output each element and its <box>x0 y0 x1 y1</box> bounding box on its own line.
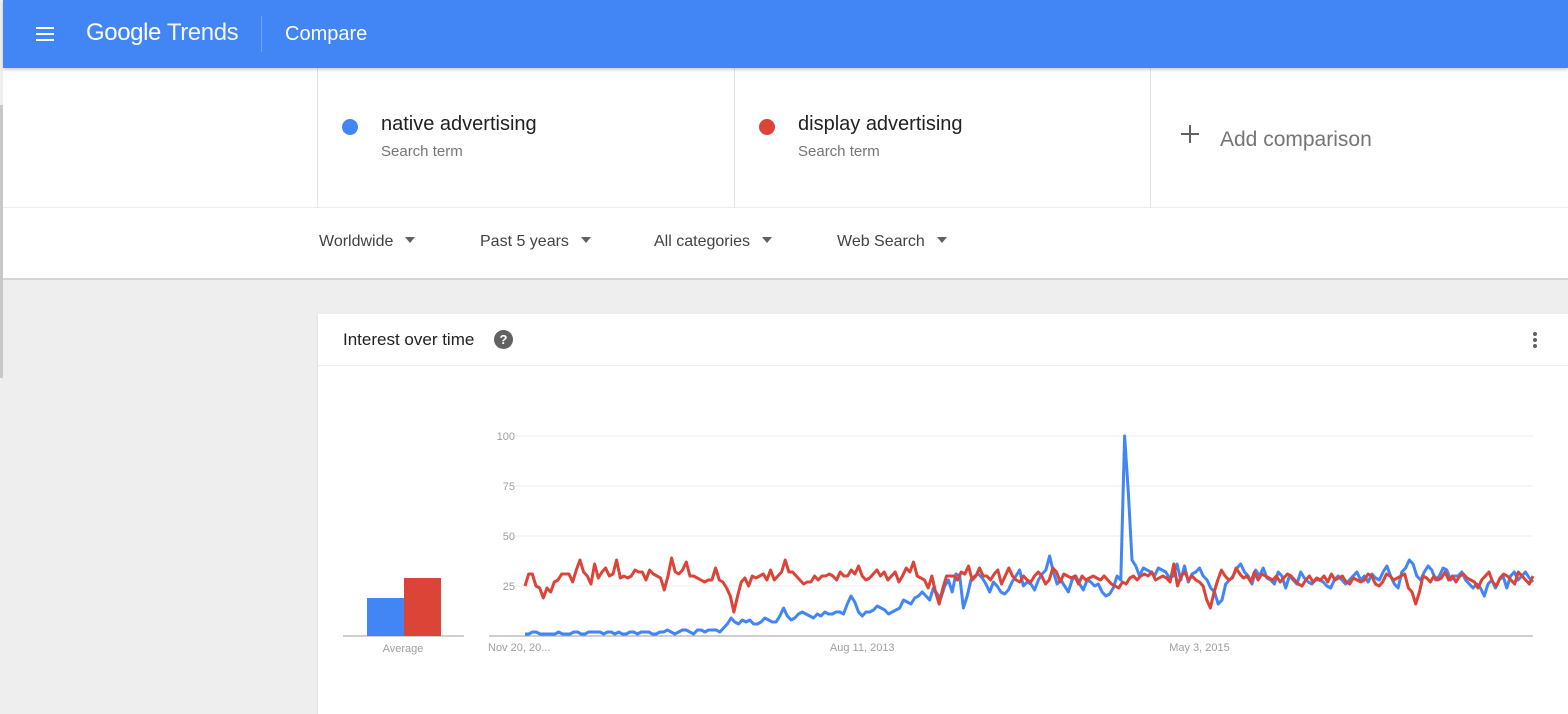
average-label: Average <box>383 643 424 655</box>
y-tick-label: 50 <box>503 531 515 543</box>
filter-label: All categories <box>654 233 751 250</box>
series-color-dot-red-icon <box>759 119 775 135</box>
appbar-divider <box>261 16 262 52</box>
app-bar: Google Trends Compare <box>3 0 1568 68</box>
average-bar-native-advertising <box>367 598 404 636</box>
y-tick-label: 75 <box>503 481 515 493</box>
interest-over-time-card: Interest over time ? 25 50 75 100 Average N… <box>318 314 1568 714</box>
filter-category-dropdown[interactable]: All categories <box>654 233 773 251</box>
x-tick-label: May 3, 2015 <box>1169 642 1230 654</box>
logo-trends-text: Trends <box>166 19 239 46</box>
y-tick-label: 25 <box>503 581 515 593</box>
search-term-type: Search term <box>798 143 880 160</box>
series-line-native-advertising <box>525 434 1535 636</box>
logo-google-text: Google <box>86 19 161 46</box>
filter-label: Worldwide <box>319 233 394 250</box>
search-term-name: native advertising <box>381 113 537 135</box>
filter-location-dropdown[interactable]: Worldwide <box>319 233 416 251</box>
caret-down-icon <box>405 236 416 243</box>
filter-time-range-dropdown[interactable]: Past 5 years <box>480 233 591 251</box>
search-term-2[interactable]: display advertising Search term <box>734 68 1150 208</box>
filter-label: Web Search <box>837 233 925 250</box>
search-term-name: display advertising <box>798 113 963 135</box>
x-tick-label: Nov 20, 20... <box>488 642 550 654</box>
hamburger-menu-icon[interactable] <box>33 22 57 46</box>
search-term-type: Search term <box>381 143 463 160</box>
add-comparison-button[interactable]: Add comparison <box>1150 68 1568 208</box>
series-line-display-advertising <box>523 556 1535 614</box>
y-tick-label: 100 <box>497 431 515 443</box>
comparison-terms-row: native advertising Search term display a… <box>3 68 1568 208</box>
average-bar-display-advertising <box>404 578 441 636</box>
search-term-1[interactable]: native advertising Search term <box>317 68 734 208</box>
filter-label: Past 5 years <box>480 233 569 250</box>
filter-search-type-dropdown[interactable]: Web Search <box>837 233 947 251</box>
add-comparison-label: Add comparison <box>1220 128 1372 151</box>
series-color-dot-blue-icon <box>342 119 358 135</box>
plus-icon <box>1181 125 1199 143</box>
google-trends-logo[interactable]: Google Trends <box>86 17 239 49</box>
x-tick-label: Aug 11, 2013 <box>830 642 895 654</box>
caret-down-icon <box>580 236 591 243</box>
page-title: Compare <box>285 23 368 45</box>
caret-down-icon <box>762 236 773 243</box>
caret-down-icon <box>936 236 947 243</box>
filters-row: Worldwide Past 5 years All categories We… <box>3 208 1568 280</box>
interest-chart[interactable]: 25 50 75 100 Average Nov 20, 20... Aug 11, 2… <box>318 314 1568 714</box>
